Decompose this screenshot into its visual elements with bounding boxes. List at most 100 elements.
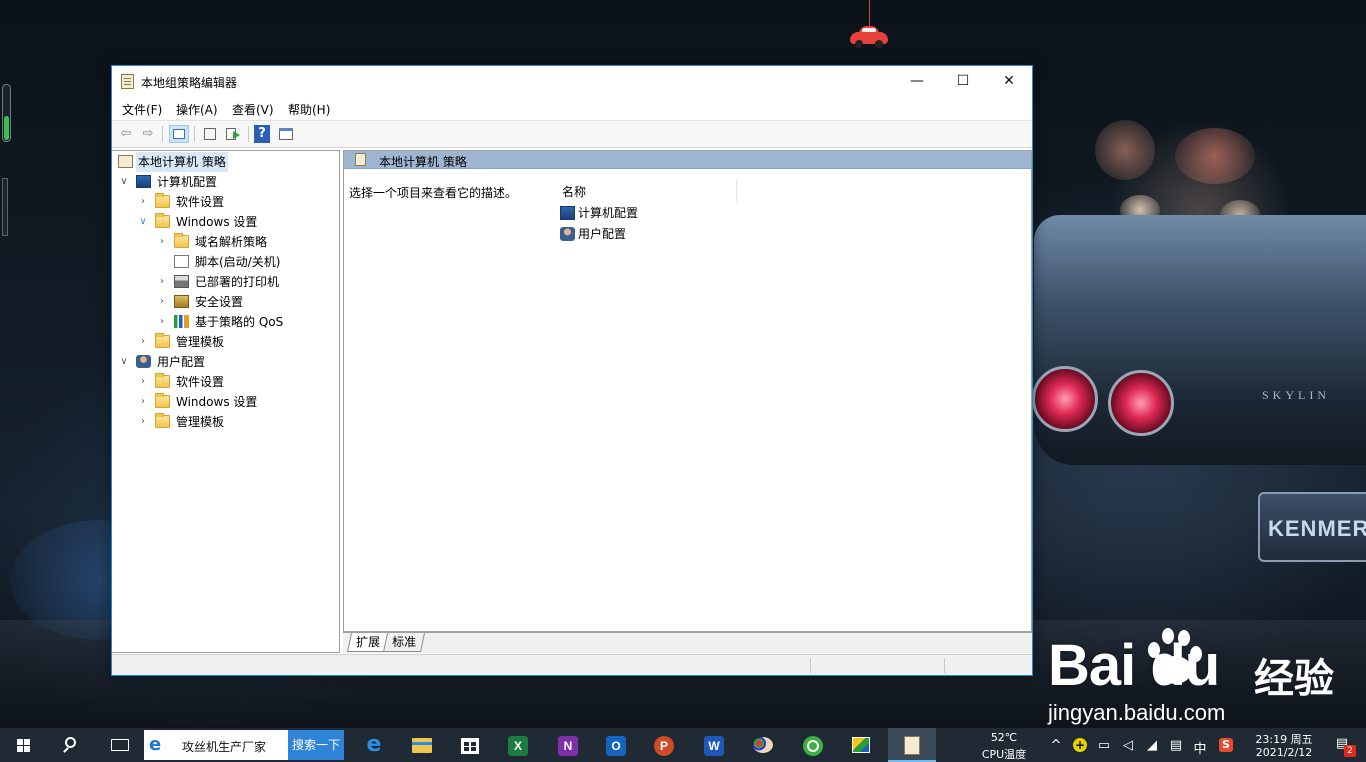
expand-arrow-icon[interactable]: › bbox=[137, 332, 149, 352]
word-icon[interactable]: W bbox=[704, 736, 724, 756]
tree-label: Windows 设置 bbox=[176, 395, 258, 409]
tree-item-windows-settings[interactable]: ∨ Windows 设置 bbox=[112, 212, 338, 232]
details-header-title: 本地计算机 策略 bbox=[379, 155, 467, 169]
help-icon[interactable]: ? bbox=[254, 125, 270, 143]
action-pane-icon[interactable] bbox=[276, 125, 296, 143]
description-text: 选择一个项目来查看它的描述。 bbox=[349, 186, 518, 200]
car-taillight bbox=[1108, 370, 1174, 436]
ime-indicator[interactable]: 中 bbox=[1192, 738, 1208, 757]
policy-icon bbox=[355, 153, 366, 166]
folder-icon bbox=[155, 393, 170, 408]
menu-bar: 文件(F) 操作(A) 查看(V) 帮助(H) bbox=[112, 96, 1032, 120]
update-icon[interactable] bbox=[790, 728, 838, 762]
expand-arrow-icon[interactable]: › bbox=[137, 372, 149, 392]
excel-icon[interactable]: X bbox=[508, 736, 528, 756]
store-icon[interactable] bbox=[446, 728, 494, 762]
security-lock-icon bbox=[174, 295, 189, 308]
view-tabs: 扩展 标准 bbox=[343, 632, 1032, 653]
folder-icon bbox=[155, 193, 170, 208]
close-button[interactable]: ✕ bbox=[986, 66, 1032, 96]
expand-arrow-icon[interactable]: › bbox=[156, 232, 168, 252]
tree-item-printers[interactable]: › 已部署的打印机 bbox=[112, 272, 338, 292]
expand-arrow-icon[interactable]: › bbox=[156, 272, 168, 292]
photos-icon[interactable] bbox=[838, 728, 886, 762]
tree-label: 安全设置 bbox=[195, 295, 244, 309]
back-arrow-icon[interactable]: ⇦ bbox=[116, 125, 136, 143]
outlook-icon[interactable]: O bbox=[606, 736, 626, 756]
tree-item-user-admin[interactable]: › 管理模板 bbox=[112, 412, 338, 432]
tree-item-user-config[interactable]: ∨ 用户配置 bbox=[112, 352, 338, 372]
bokeh-light bbox=[1095, 120, 1155, 180]
expand-arrow-icon[interactable]: › bbox=[156, 292, 168, 312]
volume-gadget[interactable] bbox=[2, 84, 11, 142]
start-button[interactable] bbox=[0, 728, 48, 762]
show-tree-icon[interactable] bbox=[169, 125, 189, 143]
collapse-arrow-icon[interactable]: ∨ bbox=[118, 352, 130, 372]
side-gadget[interactable] bbox=[2, 178, 8, 236]
export-list-icon[interactable] bbox=[223, 125, 243, 143]
network-icon[interactable]: ◢ bbox=[1144, 738, 1160, 753]
navigation-tree[interactable]: 本地计算机 策略 ∨ 计算机配置 › 软件设置 ∨ Windows 设置 › 域… bbox=[112, 150, 340, 653]
onenote-icon[interactable]: N bbox=[558, 736, 578, 756]
powerpoint-icon[interactable]: P bbox=[654, 736, 674, 756]
column-label: 名称 bbox=[562, 185, 587, 199]
toolbar-separator bbox=[194, 126, 195, 142]
tree-item-admin-templates[interactable]: › 管理模板 bbox=[112, 332, 338, 352]
search-submit-button[interactable]: 搜索一下 bbox=[288, 730, 344, 760]
tab-standard[interactable]: 标准 bbox=[382, 633, 426, 652]
tree-item-name-resolution[interactable]: › 域名解析策略 bbox=[112, 232, 338, 252]
paint-icon[interactable] bbox=[740, 728, 788, 762]
car-badge: SKYLIN bbox=[1262, 388, 1330, 402]
policy-icon bbox=[118, 155, 133, 168]
menu-file[interactable]: 文件(F) bbox=[122, 101, 162, 118]
expand-arrow-icon[interactable]: › bbox=[156, 312, 168, 332]
status-bar bbox=[112, 654, 1032, 675]
tree-item-user-software[interactable]: › 软件设置 bbox=[112, 372, 338, 392]
volume-icon[interactable]: ◁ bbox=[1120, 738, 1136, 753]
tree-item-scripts[interactable]: 脚本(启动/关机) bbox=[112, 252, 338, 272]
toolbar-separator bbox=[162, 126, 163, 142]
tree-item-computer-config[interactable]: ∨ 计算机配置 bbox=[112, 172, 338, 192]
toolbar: ⇦ ⇨ ? bbox=[112, 120, 1032, 148]
collapse-arrow-icon[interactable]: ∨ bbox=[118, 172, 130, 192]
menu-action[interactable]: 操作(A) bbox=[176, 101, 218, 118]
tree-item-qos[interactable]: › 基于策略的 QoS bbox=[112, 312, 338, 332]
cpu-temperature: 52℃ bbox=[990, 731, 1018, 744]
expand-arrow-icon[interactable]: › bbox=[137, 392, 149, 412]
edge-browser-icon[interactable]: e bbox=[350, 728, 398, 762]
item-list[interactable]: 名称 计算机配置 用户配置 bbox=[547, 169, 1031, 631]
tree-label: 已部署的打印机 bbox=[195, 275, 280, 289]
computer-icon bbox=[136, 175, 151, 188]
collapse-arrow-icon[interactable]: ∨ bbox=[137, 212, 149, 232]
tree-label: Windows 设置 bbox=[176, 215, 258, 229]
search-icon[interactable] bbox=[48, 728, 96, 762]
message-icon[interactable]: ▤ bbox=[1168, 738, 1184, 753]
column-header-name[interactable]: 名称 bbox=[547, 179, 737, 203]
tree-item-user-windows[interactable]: › Windows 设置 bbox=[112, 392, 338, 412]
chevron-up-icon[interactable]: ^ bbox=[1048, 738, 1064, 753]
minimize-button[interactable]: — bbox=[894, 66, 940, 96]
tree-item-root[interactable]: 本地计算机 策略 bbox=[112, 152, 338, 172]
task-view-icon[interactable] bbox=[96, 728, 144, 762]
baidu-watermark: Bai du 经验 jingyan.baidu.com bbox=[1048, 618, 1348, 728]
tree-item-software-settings[interactable]: › 软件设置 bbox=[112, 192, 338, 212]
taskbar-search-box[interactable]: e 攻丝机生产厂家 bbox=[144, 730, 288, 760]
hanging-car-icon[interactable] bbox=[850, 0, 888, 48]
folder-icon bbox=[155, 333, 170, 348]
forward-arrow-icon[interactable]: ⇨ bbox=[138, 125, 158, 143]
clock-time[interactable]: 23:19 周五 bbox=[1246, 731, 1322, 747]
clock-date[interactable]: 2021/2/12 bbox=[1246, 746, 1322, 759]
maximize-button[interactable]: ☐ bbox=[940, 66, 986, 96]
cpu-temperature-label: CPU温度 bbox=[981, 748, 1027, 761]
properties-icon[interactable] bbox=[200, 125, 220, 143]
menu-view[interactable]: 查看(V) bbox=[232, 101, 274, 118]
expand-arrow-icon[interactable]: › bbox=[137, 192, 149, 212]
expand-arrow-icon[interactable]: › bbox=[137, 412, 149, 432]
tree-item-security[interactable]: › 安全设置 bbox=[112, 292, 338, 312]
file-explorer-icon[interactable] bbox=[398, 728, 446, 762]
policy-editor-taskbar-icon[interactable] bbox=[888, 728, 936, 762]
paw-icon bbox=[1142, 626, 1206, 690]
title-bar[interactable]: 本地组策略编辑器 — ☐ ✕ bbox=[112, 66, 1032, 96]
menu-help[interactable]: 帮助(H) bbox=[288, 101, 330, 118]
battery-icon[interactable]: ▭ bbox=[1096, 738, 1112, 753]
